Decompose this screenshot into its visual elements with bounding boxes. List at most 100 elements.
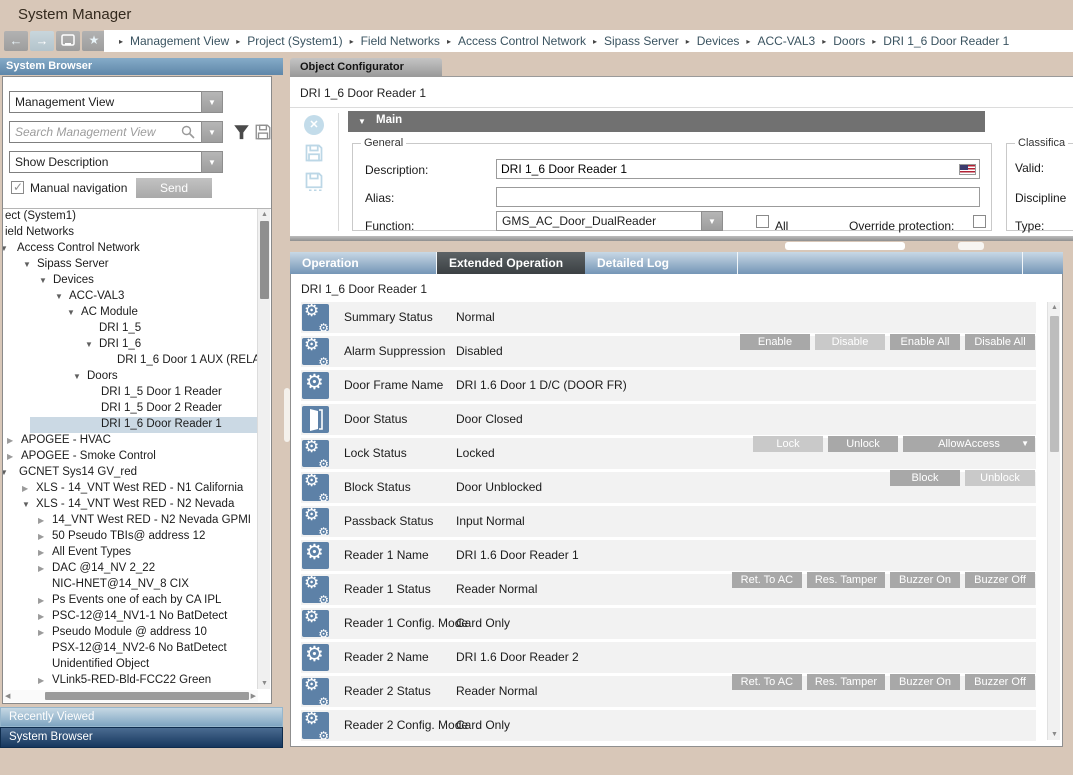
view-select[interactable]: Management View ▼ — [9, 91, 223, 113]
save-icon[interactable] — [304, 143, 324, 163]
tree-item[interactable]: ▶PSC-12@14_NV1-1 No BatDetect — [3, 609, 258, 625]
breadcrumb-item[interactable]: Doors — [833, 34, 865, 48]
breadcrumb-item[interactable]: Sipass Server — [604, 34, 679, 48]
tab-extended-operation[interactable]: Extended Operation — [437, 252, 585, 274]
expand-icon[interactable]: ▶ — [38, 675, 44, 687]
buzzer-on-button[interactable]: Buzzer On — [890, 572, 960, 588]
tree-item[interactable]: ▶Pseudo Module @ address 10 — [3, 625, 258, 641]
tree-item[interactable]: ▶All Event Types — [3, 545, 258, 561]
tree-vertical-scrollbar[interactable]: ▲ ▼ — [257, 209, 270, 689]
tree-item[interactable]: ▶50 Pseudo TBIs@ address 12 — [3, 529, 258, 545]
scroll-up-icon[interactable]: ▲ — [261, 211, 268, 218]
expand-icon[interactable]: ▶ — [38, 595, 44, 607]
expand-icon[interactable]: ▶ — [38, 563, 44, 575]
scroll-right-icon[interactable]: ▶ — [251, 692, 256, 700]
scrollbar-thumb[interactable] — [260, 221, 269, 299]
scrollbar-thumb[interactable] — [45, 692, 249, 700]
tree-item[interactable]: NIC-HNET@14_NV_8 CIX — [3, 577, 258, 593]
override-protection-checkbox[interactable] — [973, 215, 986, 228]
tree-item[interactable]: ▼AC Module — [3, 305, 258, 321]
breadcrumb-item[interactable]: Access Control Network — [458, 34, 586, 48]
expand-icon[interactable]: ▶ — [38, 515, 44, 527]
alias-field[interactable] — [496, 187, 980, 207]
disable-all-button[interactable]: Disable All — [965, 334, 1035, 350]
collapse-icon[interactable]: ▼ — [358, 117, 366, 126]
expand-icon[interactable]: ▶ — [38, 627, 44, 639]
manual-navigation-checkbox[interactable] — [11, 181, 24, 194]
tree-item[interactable]: ▶XLS - 14_VNT West RED - N1 California — [3, 481, 258, 497]
description-field[interactable] — [496, 159, 980, 179]
main-section-header[interactable]: ▼ Main — [348, 111, 985, 132]
collapse-icon[interactable]: ▼ — [55, 291, 63, 303]
send-button[interactable]: Send — [136, 178, 212, 198]
save-filter-icon[interactable] — [254, 123, 272, 141]
ret-to-ac-button[interactable]: Ret. To AC — [732, 572, 802, 588]
res-tamper-button[interactable]: Res. Tamper — [807, 572, 885, 588]
tree-item[interactable]: ▼DRI 1_6 — [3, 337, 258, 353]
system-browser-bar[interactable]: System Browser — [0, 727, 283, 748]
tree-item[interactable]: ▼GCNET Sys14 GV_red — [3, 465, 258, 481]
tree-item[interactable]: ▶APOGEE - Smoke Control — [3, 449, 258, 465]
scroll-up-icon[interactable]: ▲ — [1051, 304, 1058, 311]
collapse-icon[interactable]: ▼ — [85, 339, 93, 351]
tree-item[interactable]: ▶Ps Events one of each by CA IPL — [3, 593, 258, 609]
tree-item[interactable]: ▼ACC-VAL3 — [3, 289, 258, 305]
scrollbar-thumb[interactable] — [958, 242, 984, 250]
enable-all-button[interactable]: Enable All — [890, 334, 960, 350]
expand-icon[interactable]: ▶ — [7, 435, 13, 447]
enable-button[interactable]: Enable — [740, 334, 810, 350]
tree-item[interactable]: DRI 1_6 Door 1 AUX (RELAY 2) — [3, 353, 258, 369]
tree-item[interactable]: ▼XLS - 14_VNT West RED - N2 Nevada — [3, 497, 258, 513]
scroll-down-icon[interactable]: ▼ — [1051, 731, 1058, 738]
save-as-icon[interactable] — [304, 171, 324, 191]
buzzer-on-button[interactable]: Buzzer On — [890, 674, 960, 690]
search-input[interactable] — [9, 121, 201, 143]
tree-horizontal-scrollbar[interactable]: ◀ ▶ — [3, 690, 258, 702]
favorite-icon[interactable]: ★ — [82, 31, 106, 51]
expand-icon[interactable]: ▶ — [38, 531, 44, 543]
buzzer-off-button[interactable]: Buzzer Off — [965, 572, 1035, 588]
buzzer-off-button[interactable]: Buzzer Off — [965, 674, 1035, 690]
breadcrumb-item[interactable]: ACC-VAL3 — [757, 34, 815, 48]
tree-item[interactable]: ▼Doors — [3, 369, 258, 385]
tree-item[interactable]: DRI 1_5 Door 2 Reader — [3, 401, 258, 417]
tree-item[interactable]: ▼Sipass Server — [3, 257, 258, 273]
expand-icon[interactable]: ▶ — [7, 451, 13, 463]
all-checkbox[interactable] — [756, 215, 769, 228]
collapse-icon[interactable]: ▼ — [3, 467, 8, 479]
tree-item[interactable]: ▶APOGEE - HVAC — [3, 433, 258, 449]
tree-item[interactable]: ▶14_VNT West RED - N2 Nevada GPMI — [3, 513, 258, 529]
recently-viewed-bar[interactable]: Recently Viewed — [0, 707, 283, 727]
expand-icon[interactable]: ▶ — [22, 483, 28, 495]
tab-detailed-log[interactable]: Detailed Log — [585, 252, 737, 274]
function-select[interactable]: GMS_AC_Door_DualReader ▼ — [496, 211, 723, 231]
tree-item[interactable]: ect (System1) — [3, 209, 258, 225]
unlock-button[interactable]: Unlock — [828, 436, 898, 452]
collapse-icon[interactable]: ▼ — [73, 371, 81, 383]
tree-item[interactable]: Unidentified Object — [3, 657, 258, 673]
tree-item[interactable]: DRI 1_5 Door 1 Reader — [3, 385, 258, 401]
tree-item[interactable]: ▼Access Control Network — [3, 241, 258, 257]
scroll-down-icon[interactable]: ▼ — [261, 680, 268, 687]
tree-item[interactable]: DRI 1_5 — [3, 321, 258, 337]
tree-item[interactable]: ield Networks — [3, 225, 258, 241]
display-mode-select[interactable]: Show Description ▼ — [9, 151, 223, 173]
tree-item[interactable]: DRI 1_6 Door Reader 1 — [3, 417, 258, 433]
filter-icon[interactable] — [233, 124, 250, 141]
scroll-left-icon[interactable]: ◀ — [5, 692, 10, 700]
back-icon[interactable]: ← — [4, 31, 28, 51]
collapse-icon[interactable]: ▼ — [3, 243, 8, 255]
tab-operation[interactable]: Operation — [290, 252, 437, 274]
forward-icon[interactable]: → — [30, 31, 54, 51]
chevron-down-icon[interactable]: ▼ — [701, 211, 723, 231]
collapse-icon[interactable]: ▼ — [39, 275, 47, 287]
collapse-icon[interactable]: ▼ — [67, 307, 75, 319]
tree-item[interactable]: ▼Devices — [3, 273, 258, 289]
close-icon[interactable]: ✕ — [304, 115, 324, 135]
res-tamper-button[interactable]: Res. Tamper — [807, 674, 885, 690]
breadcrumb-item[interactable]: Project (System1) — [247, 34, 342, 48]
horizontal-scrollbar[interactable] — [290, 241, 1073, 252]
chevron-down-icon[interactable]: ▼ — [201, 151, 223, 173]
breadcrumb-item[interactable]: Field Networks — [361, 34, 440, 48]
collapse-icon[interactable]: ▼ — [23, 259, 31, 271]
